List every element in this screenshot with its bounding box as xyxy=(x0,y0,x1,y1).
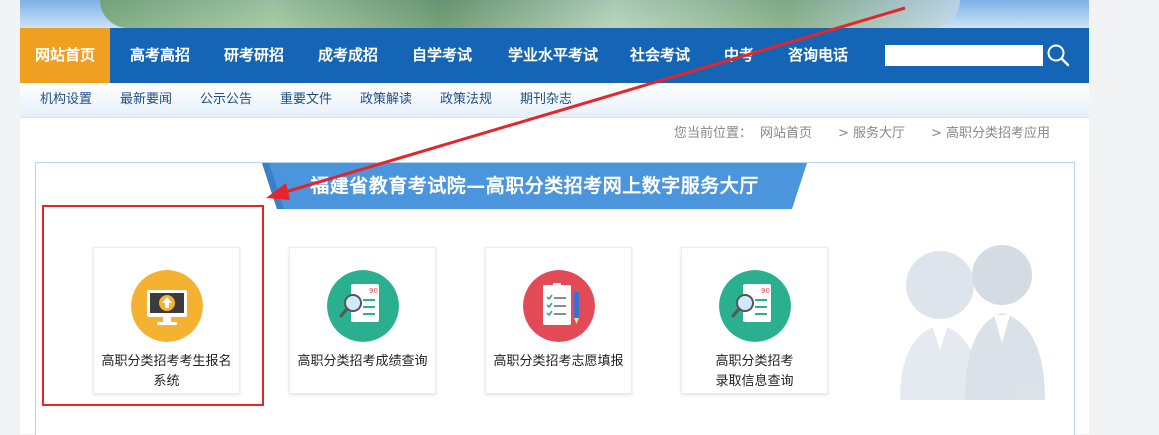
card-label: 高职分类招考志愿填报 xyxy=(493,354,624,369)
subnav-item-documents[interactable]: 重要文件 xyxy=(280,83,332,117)
breadcrumb-home[interactable]: 网站首页 xyxy=(760,119,812,149)
banner-scenery-image xyxy=(100,0,960,28)
search-icon[interactable] xyxy=(1045,42,1071,68)
card-application-fill[interactable]: 高职分类招考志愿填报 xyxy=(485,247,632,394)
score-report-search-icon: 90 xyxy=(327,270,399,342)
nav-item-yankao[interactable]: 研考研招 xyxy=(214,28,294,83)
card-label: 高职分类招考 录取信息查询 xyxy=(715,354,794,389)
nav-item-zixue[interactable]: 自学考试 xyxy=(402,28,482,83)
card-label: 高职分类招考成绩查询 xyxy=(297,354,428,369)
svg-text:90: 90 xyxy=(369,287,378,295)
subnav-item-regulations[interactable]: 政策法规 xyxy=(440,83,492,117)
form-pencil-icon xyxy=(523,270,595,342)
admission-report-search-icon: 90 xyxy=(719,270,791,342)
subnav-item-notice[interactable]: 公示公告 xyxy=(200,83,252,117)
nav-item-shehui[interactable]: 社会考试 xyxy=(620,28,700,83)
sub-navigation: 机构设置 最新要闻 公示公告 重要文件 政策解读 政策法规 期刊杂志 xyxy=(20,83,1089,118)
subnav-item-org[interactable]: 机构设置 xyxy=(40,83,92,117)
nav-item-zhongkao[interactable]: 中考 xyxy=(714,28,764,83)
nav-item-chengkao[interactable]: 成考成招 xyxy=(308,28,388,83)
main-navigation: 网站首页 高考高招 研考研招 成考成招 自学考试 学业水平考试 社会考试 中考 … xyxy=(20,28,1089,83)
breadcrumb-service-hall[interactable]: > 服务大厅 xyxy=(838,119,905,149)
svg-text:90: 90 xyxy=(761,287,770,295)
breadcrumb-current: > 高职分类招考应用 xyxy=(931,126,1051,141)
subnav-item-policy-interpretation[interactable]: 政策解读 xyxy=(360,83,412,117)
nav-item-gaokao[interactable]: 高考高招 xyxy=(120,28,200,83)
subnav-item-journals[interactable]: 期刊杂志 xyxy=(520,83,572,117)
subnav-item-news[interactable]: 最新要闻 xyxy=(120,83,172,117)
nav-item-home[interactable]: 网站首页 xyxy=(20,28,110,83)
card-admission-query[interactable]: 90 高职分类招考 录取信息查询 xyxy=(681,247,828,394)
page-title: 福建省教育考试院—高职分类招考网上数字服务大厅 xyxy=(310,175,759,197)
highlight-box xyxy=(42,205,264,406)
breadcrumb-prefix: 您当前位置： xyxy=(674,126,753,141)
nav-item-xueye[interactable]: 学业水平考试 xyxy=(498,28,608,83)
customer-service-illustration xyxy=(900,245,1045,400)
search-input[interactable] xyxy=(885,45,1043,66)
nav-item-hotline[interactable]: 咨询电话 xyxy=(778,28,858,83)
card-score-query[interactable]: 90 高职分类招考成绩查询 xyxy=(289,247,436,394)
header-banner xyxy=(20,0,1089,28)
